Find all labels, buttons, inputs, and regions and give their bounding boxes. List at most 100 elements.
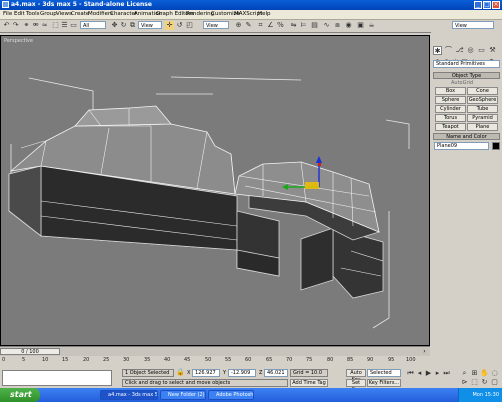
select-move-icon[interactable]: ✥ — [110, 21, 119, 30]
motion-tab-icon[interactable]: ◎ — [466, 46, 475, 55]
tube-button[interactable]: Tube — [467, 105, 498, 113]
angle-snap-icon[interactable]: ∠ — [266, 21, 275, 30]
y-coord-field[interactable]: -12.909 — [228, 369, 256, 377]
ruler-tick: 85 — [347, 357, 354, 363]
prev-frame-icon[interactable]: ◂ — [415, 369, 424, 378]
autogrid-label[interactable]: AutoGrid — [451, 80, 473, 86]
geosphere-button[interactable]: GeoSphere — [467, 96, 498, 104]
align-icon[interactable]: ⊨ — [299, 21, 308, 30]
torus-button[interactable]: Torus — [435, 114, 466, 122]
box-button[interactable]: Box — [435, 87, 466, 95]
menu-file[interactable]: File — [3, 11, 12, 17]
material-editor-icon[interactable]: ◉ — [344, 21, 353, 30]
key-set-dropdown[interactable]: Selected — [367, 369, 401, 377]
set-key-button[interactable]: Set Key — [346, 379, 366, 393]
selection-filter-dropdown[interactable]: All — [80, 21, 106, 29]
render-type-dropdown[interactable]: View — [452, 21, 494, 29]
schematic-icon[interactable]: ⧈ — [333, 21, 342, 30]
lock-selection-icon[interactable]: 🔒 — [176, 368, 185, 377]
reference-coord-dropdown[interactable]: View — [138, 21, 162, 29]
object-color-swatch[interactable] — [492, 142, 500, 150]
layer-icon[interactable]: ▤ — [310, 21, 319, 30]
name-color-rollout-header[interactable]: Name and Color — [433, 133, 500, 140]
teapot-button[interactable]: Teapot — [435, 123, 466, 131]
link-icon[interactable]: ⚭ — [22, 21, 31, 30]
time-slider-thumb[interactable]: 0 / 100 — [0, 348, 60, 355]
maxscript-listener[interactable] — [2, 370, 112, 386]
utilities-tab-icon[interactable]: ⚒ — [488, 46, 497, 55]
menu-group[interactable]: Group — [40, 11, 57, 17]
menu-tools[interactable]: Tools — [26, 11, 40, 17]
unlink-icon[interactable]: ⚮ — [31, 21, 40, 30]
arc-rotate-icon[interactable]: ↻ — [480, 378, 489, 387]
mirror-icon[interactable]: ⇋ — [289, 21, 298, 30]
object-type-rollout-header[interactable]: Object Type — [433, 72, 500, 79]
hierarchy-tab-icon[interactable]: ⎇ — [455, 46, 464, 55]
next-frame-icon[interactable]: › — [420, 348, 429, 355]
task-3dsmax[interactable]: a4.max - 3ds max 5 ... — [100, 390, 158, 400]
task-new-folder[interactable]: New Folder (2) — [160, 390, 206, 400]
move-active-icon[interactable]: ✛ — [165, 21, 174, 30]
cone-button[interactable]: Cone — [467, 87, 498, 95]
render-scene-icon[interactable]: ▣ — [356, 21, 365, 30]
menu-edit[interactable]: Edit — [14, 11, 25, 17]
scale-icon[interactable]: ◰ — [185, 21, 194, 30]
max-toggle-icon[interactable]: ▢ — [490, 378, 499, 387]
percent-snap-icon[interactable]: % — [276, 21, 285, 30]
view-dropdown[interactable]: View — [203, 21, 229, 29]
auto-key-button[interactable]: Auto Key — [346, 369, 366, 383]
object-name-input[interactable]: Plane09 — [434, 142, 489, 150]
perspective-viewport[interactable]: Perspective — [0, 35, 430, 346]
pyramid-button[interactable]: Pyramid — [467, 114, 498, 122]
zoom-icon[interactable]: ⌕ — [460, 369, 469, 378]
zoom-region-icon[interactable]: ⬚ — [470, 378, 479, 387]
quick-render-icon[interactable]: ☕ — [367, 21, 376, 30]
select-rotate-icon[interactable]: ↻ — [119, 21, 128, 30]
bind-warp-icon[interactable]: ≈ — [40, 21, 49, 30]
menu-rendering[interactable]: Rendering — [186, 11, 214, 17]
task-photoshop[interactable]: Adobe Photoshop — [208, 390, 254, 400]
goto-end-icon[interactable]: ⏭ — [442, 369, 451, 378]
zoom-all-icon[interactable]: ⊞ — [470, 369, 479, 378]
select-scale-icon[interactable]: ⧉ — [128, 21, 137, 30]
menu-views[interactable]: Views — [56, 11, 72, 17]
next-frame-button-icon[interactable]: ▸ — [433, 369, 442, 378]
sphere-button[interactable]: Sphere — [435, 96, 466, 104]
select-by-name-icon[interactable]: ☰ — [60, 21, 69, 30]
undo-icon[interactable]: ↶ — [2, 21, 11, 30]
z-coord-field[interactable]: 46.021 — [264, 369, 288, 377]
primitive-category-dropdown[interactable]: Standard Primitives — [433, 60, 500, 68]
goto-start-icon[interactable]: ⏮ — [406, 369, 415, 378]
fov-icon[interactable]: ⊳ — [460, 378, 469, 387]
close-icon[interactable]: × — [492, 1, 500, 9]
redo-icon[interactable]: ↷ — [11, 21, 20, 30]
manipulate-icon[interactable]: ✎ — [244, 21, 253, 30]
play-icon[interactable]: ▶ — [424, 369, 433, 378]
rotate-icon[interactable]: ↺ — [175, 21, 184, 30]
minimize-icon[interactable]: _ — [474, 1, 482, 9]
modify-tab-icon[interactable]: ⌒ — [444, 46, 453, 55]
plane-button[interactable]: Plane — [467, 123, 498, 131]
curve-editor-icon[interactable]: ∿ — [322, 21, 331, 30]
rect-region-icon[interactable]: ▭ — [69, 21, 78, 30]
system-tray-clock[interactable]: Mon 15:30 — [458, 388, 502, 402]
start-button[interactable]: start — [0, 388, 40, 402]
pivot-icon[interactable]: ⊕ — [234, 21, 243, 30]
x-coord-field[interactable]: 126.927 — [192, 369, 220, 377]
menu-bar: File Edit Tools Group Views Create Modif… — [0, 10, 502, 20]
maximize-icon[interactable]: □ — [483, 1, 491, 9]
select-object-icon[interactable]: ⬚ — [51, 21, 60, 30]
display-tab-icon[interactable]: ▭ — [477, 46, 486, 55]
cylinder-button[interactable]: Cylinder — [435, 105, 466, 113]
snap-icon[interactable]: ⌗ — [256, 21, 265, 30]
menu-help[interactable]: Help — [258, 11, 271, 17]
orbit-icon[interactable]: ◌ — [490, 369, 499, 378]
ruler-tick: 95 — [388, 357, 395, 363]
pan-icon[interactable]: ✋ — [480, 369, 489, 378]
add-time-tag-button[interactable]: Add Time Tag — [290, 379, 328, 387]
ruler-tick: 15 — [62, 357, 69, 363]
ruler-tick: 55 — [225, 357, 232, 363]
create-tab-icon[interactable]: ✱ — [433, 46, 442, 55]
key-filters-button[interactable]: Key Filters... — [367, 379, 401, 387]
menu-create[interactable]: Create — [71, 11, 89, 17]
